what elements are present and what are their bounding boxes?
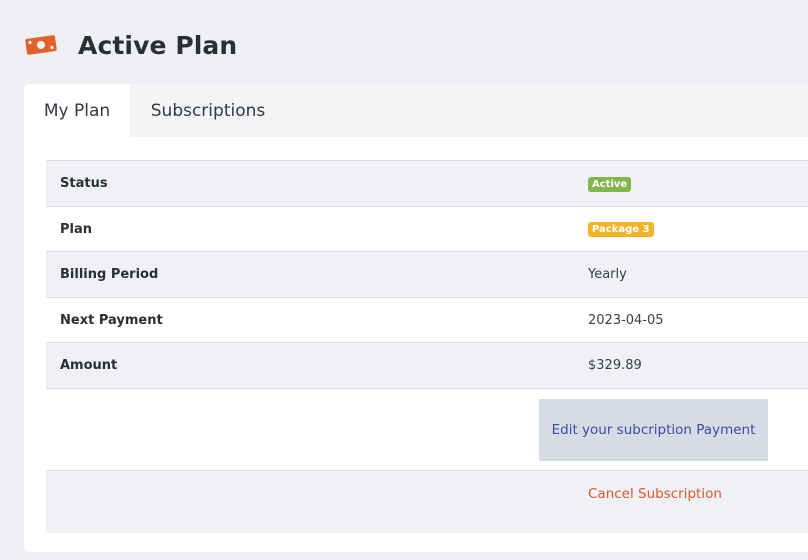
plan-card: My Plan Subscriptions Status Active Plan… (24, 84, 808, 552)
status-badge: Active (588, 176, 632, 192)
row-label: Next Payment (60, 312, 163, 328)
table-row-next-payment: Next Payment 2023-04-05 (46, 298, 808, 343)
table-row-billing-period: Billing Period Yearly (46, 252, 808, 298)
billing-period-value: Yearly (588, 267, 627, 282)
next-payment-value: 2023-04-05 (588, 312, 664, 328)
tab-my-plan[interactable]: My Plan (24, 84, 130, 137)
table-row-plan: Plan Package 3 (46, 207, 808, 252)
plan-badge: Package 3 (588, 222, 654, 237)
edit-payment-button[interactable]: Edit your subcription Payment (539, 398, 768, 461)
row-label: Billing Period (60, 267, 159, 282)
amount-value: $329.89 (588, 358, 642, 373)
row-label: Amount (60, 358, 118, 373)
page-title: Active Plan (78, 30, 238, 60)
tab-bar: My Plan Subscriptions (24, 84, 808, 137)
table-row-cancel: Cancel Subscription (46, 471, 808, 533)
cancel-subscription-link[interactable]: Cancel Subscription (588, 486, 722, 502)
plan-details-table: Status Active Plan Package 3 Billing Per… (46, 160, 808, 533)
row-label: Plan (60, 221, 93, 237)
money-icon (24, 33, 58, 57)
table-row-status: Status Active (46, 161, 808, 207)
tab-subscriptions[interactable]: Subscriptions (130, 84, 286, 137)
row-label: Status (60, 176, 108, 191)
page-header: Active Plan (24, 28, 237, 62)
table-row-amount: Amount $329.89 (46, 343, 808, 389)
table-row-edit-payment: Edit your subcription Payment (46, 389, 808, 471)
